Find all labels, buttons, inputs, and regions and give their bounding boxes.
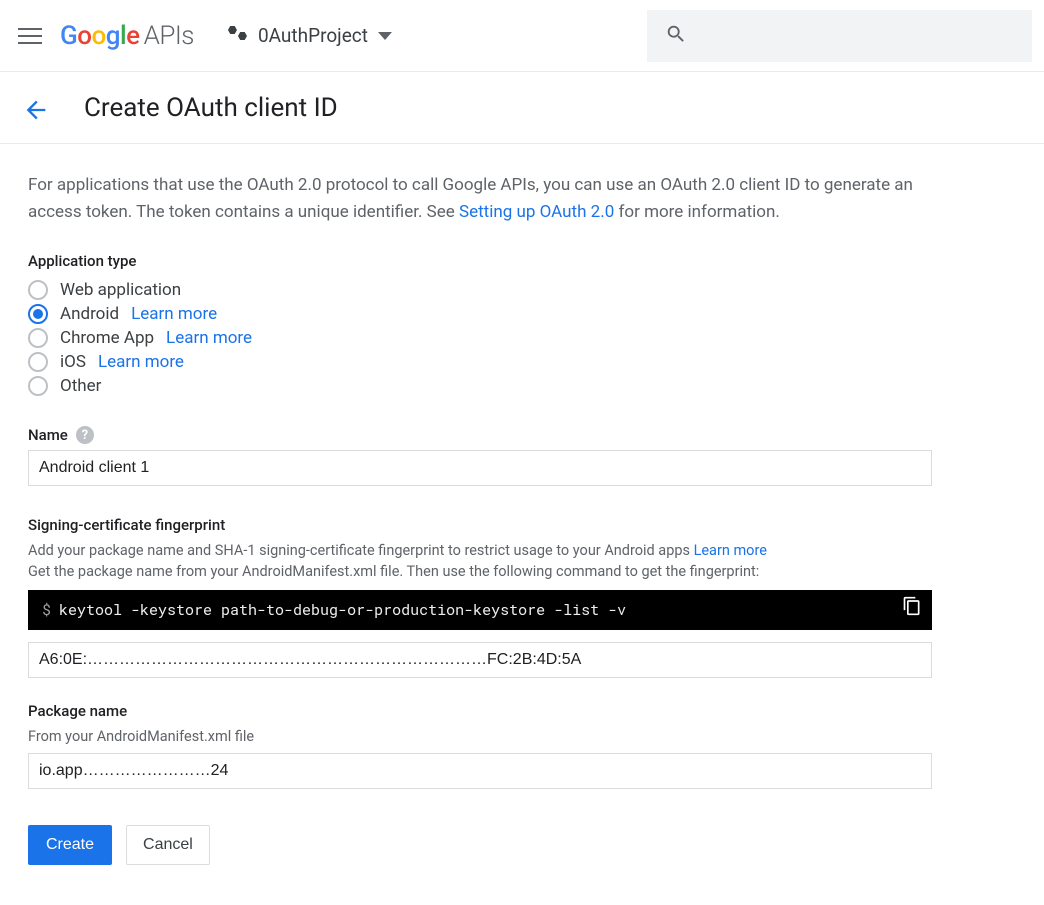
help-icon[interactable]: ? <box>76 426 94 444</box>
signing-label: Signing-certificate fingerprint <box>28 516 932 534</box>
terminal-command: $ keytool -keystore path-to-debug-or-pro… <box>28 590 932 630</box>
learn-more-link[interactable]: Learn more <box>166 328 252 348</box>
intro-text-after: for more information. <box>614 202 780 222</box>
radio-other[interactable]: Other <box>28 374 932 398</box>
google-apis-logo[interactable]: Google APIs <box>60 21 194 51</box>
copy-icon[interactable] <box>902 596 924 618</box>
radio-label: Chrome App <box>60 328 154 348</box>
cancel-button[interactable]: Cancel <box>126 825 210 865</box>
hamburger-menu-icon[interactable] <box>18 24 42 48</box>
package-name-block: Package name From your AndroidManifest.x… <box>28 702 932 789</box>
application-type-group: Application type Web application Android… <box>28 252 932 398</box>
search-icon <box>665 23 687 49</box>
radio-icon <box>28 328 48 348</box>
signing-desc-2: Get the package name from your AndroidMa… <box>28 563 932 580</box>
intro-text: For applications that use the OAuth 2.0 … <box>28 172 932 226</box>
package-name-label: Package name <box>28 702 932 720</box>
signing-desc-text: Add your package name and SHA-1 signing-… <box>28 542 694 559</box>
radio-icon <box>28 376 48 396</box>
top-bar: Google APIs 0AuthProject <box>0 0 1044 72</box>
terminal-prompt: $ <box>42 600 51 620</box>
project-name-label: 0AuthProject <box>258 24 368 47</box>
signing-desc-1: Add your package name and SHA-1 signing-… <box>28 542 932 559</box>
radio-label: Android <box>60 304 119 324</box>
radio-icon <box>28 280 48 300</box>
page-subheader: Create OAuth client ID <box>0 72 1044 144</box>
back-arrow-icon[interactable] <box>22 96 46 120</box>
radio-label: Web application <box>60 280 181 300</box>
chevron-down-icon <box>378 32 392 40</box>
name-field-block: Name ? <box>28 426 932 486</box>
main-content: For applications that use the OAuth 2.0 … <box>0 144 960 905</box>
radio-ios[interactable]: iOS Learn more <box>28 350 932 374</box>
create-button[interactable]: Create <box>28 825 112 865</box>
terminal-text: keytool -keystore path-to-debug-or-produ… <box>59 600 626 620</box>
setting-up-oauth-link[interactable]: Setting up OAuth 2.0 <box>459 202 614 222</box>
button-row: Create Cancel <box>28 825 932 865</box>
learn-more-link[interactable]: Learn more <box>98 352 184 372</box>
radio-icon <box>28 352 48 372</box>
sha1-input[interactable] <box>28 642 932 678</box>
project-hexagon-icon <box>228 26 248 46</box>
project-picker[interactable]: 0AuthProject <box>218 18 402 53</box>
apis-label: APIs <box>144 21 194 51</box>
search-input[interactable] <box>647 10 1032 62</box>
signing-fingerprint-block: Signing-certificate fingerprint Add your… <box>28 516 932 678</box>
name-input[interactable] <box>28 450 932 486</box>
radio-label: iOS <box>60 352 86 372</box>
radio-icon <box>28 304 48 324</box>
radio-android[interactable]: Android Learn more <box>28 302 932 326</box>
name-label: Name <box>28 426 68 444</box>
radio-label: Other <box>60 376 101 396</box>
package-name-desc: From your AndroidManifest.xml file <box>28 728 932 745</box>
page-title: Create OAuth client ID <box>84 93 338 123</box>
radio-chrome-app[interactable]: Chrome App Learn more <box>28 326 932 350</box>
application-type-label: Application type <box>28 252 932 270</box>
learn-more-link[interactable]: Learn more <box>694 542 767 559</box>
radio-web-application[interactable]: Web application <box>28 278 932 302</box>
learn-more-link[interactable]: Learn more <box>131 304 217 324</box>
package-name-input[interactable] <box>28 753 932 789</box>
